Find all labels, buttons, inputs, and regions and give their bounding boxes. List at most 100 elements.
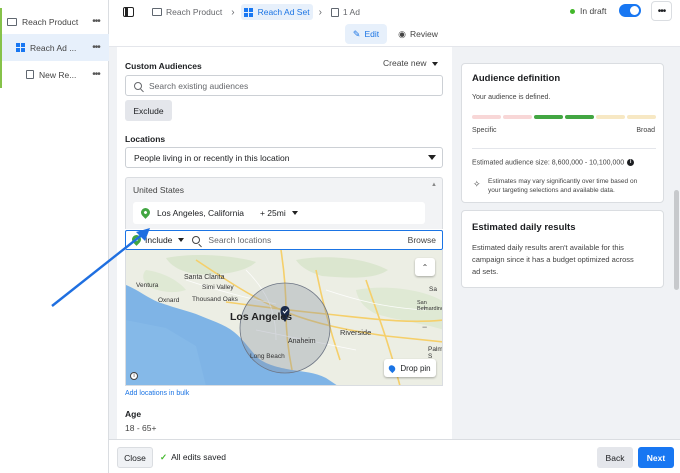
ad-set-grid-icon [16,43,25,52]
tree-item-label: Reach Product [22,16,79,27]
daily-results-text-line: campaign since it has a budget optimized… [472,255,634,264]
folder-icon [7,17,17,26]
country-label: United States [133,185,185,195]
drop-pin-button[interactable]: Drop pin [384,359,436,377]
meter-segment [472,115,501,119]
meter-right-label: Broad [636,127,655,134]
sidebar-panel-icon [122,7,134,17]
estimated-audience-size: Estimated audience size: 8,600,000 - 10,… [472,159,635,167]
add-locations-bulk-link[interactable]: Add locations in bulk [125,390,189,397]
map-label: Riverside [340,328,372,337]
chevron-up-icon: ⌃ [421,262,429,272]
close-button[interactable]: Close [117,447,153,468]
map-zoom-in-button[interactable]: + [422,303,427,313]
radius-value[interactable]: + 25mi [260,208,286,218]
next-button[interactable]: Next [638,447,674,468]
save-status: ✓ All edits saved [160,452,226,463]
breadcrumb-ad-set[interactable]: Reach Ad Set [240,4,313,20]
estimated-size-text: Estimated audience size: 8,600,000 - 10,… [472,159,625,167]
breadcrumb-label: Reach Product [166,7,223,17]
map-info-icon[interactable]: i [130,372,138,380]
status-label: In draft [580,6,607,16]
ad-document-icon [330,7,339,17]
audience-definition-title: Audience definition [472,73,561,84]
location-map[interactable]: Santa Clarita Los Angeles Oxnard Thousan… [125,250,443,386]
meter-segment [627,115,656,119]
sparkle-icon: ✧ [473,179,481,189]
tree-item-ad[interactable]: New Re... ••• [0,61,109,88]
include-dropdown[interactable]: Include [145,235,172,245]
location-search-input[interactable]: Search locations [208,235,407,245]
folder-icon [152,8,162,16]
map-label: Simi Valley [202,284,234,291]
map-label: Anaheim [288,338,316,345]
drop-pin-label: Drop pin [400,363,431,373]
more-options-icon[interactable]: ••• [87,16,105,27]
daily-results-card: Estimated daily results Estimated daily … [461,210,664,288]
location-name: Los Angeles, California [157,208,244,218]
location-type-value: People living in or recently in this loc… [134,152,290,163]
audience-defined-text: Your audience is defined. [472,94,551,101]
search-placeholder: Search existing audiences [149,80,249,91]
review-label: Review [409,29,438,39]
edit-mode-button[interactable]: ✎ Edit [345,24,387,44]
breadcrumb-ad[interactable]: 1 Ad [328,4,363,20]
daily-results-text-line: ad sets. [472,267,499,276]
tree-item-ad-set[interactable]: Reach Ad ... ••• [0,34,109,61]
meter-segment [565,115,594,119]
breadcrumb-label: 1 Ad [342,7,360,17]
search-icon [192,236,201,244]
pencil-icon: ✎ [352,28,361,39]
create-new-label: Create new [383,58,427,68]
ad-set-on-off-toggle[interactable] [619,4,641,17]
selected-locations-panel: United States ▲ Los Angeles, California … [125,177,443,229]
map-label: San Bernardino [417,300,443,312]
back-button[interactable]: Back [597,447,633,468]
more-options-icon[interactable]: ••• [87,69,105,80]
search-icon [134,81,142,90]
exclude-button[interactable]: Exclude [125,100,172,121]
audience-definition-card: Audience definition Your audience is def… [461,63,664,203]
map-label: Ventura [136,282,159,289]
audience-form: Custom Audiences Create new Search exist… [117,47,452,440]
location-pin-icon [130,232,143,246]
status-dot-icon [570,8,575,14]
ad-document-icon [26,70,34,79]
map-collapse-button[interactable]: ⌃ [415,258,435,276]
tree-item-label: New Re... [39,69,77,80]
custom-audience-search-input[interactable]: Search existing audiences [125,75,443,96]
custom-audiences-heading: Custom Audiences [125,61,202,71]
location-search-bar: Include Search locations Browse [125,230,443,250]
map-label: Oxnard [158,297,180,304]
location-item[interactable]: Los Angeles, California + 25mi [133,202,425,224]
estimate-disclaimer-line: your targeting selections and available … [488,187,615,194]
locations-heading: Locations [125,134,166,144]
more-options-icon[interactable]: ••• [87,42,105,53]
caret-down-icon [428,155,436,160]
create-new-dropdown[interactable]: Create new [383,58,439,68]
map-label: Sa [429,286,437,293]
more-actions-button[interactable]: ••• [651,1,672,21]
more-options-icon: ••• [657,5,666,17]
tree-item-campaign[interactable]: Reach Product ••• [0,8,109,35]
breadcrumb: Reach Product › Reach Ad Set › 1 Ad [149,4,363,20]
caret-down-icon[interactable] [178,238,185,242]
chevron-right-icon: › [231,6,235,18]
review-mode-button[interactable]: ◉ Review [396,24,440,44]
info-icon[interactable]: i [627,159,635,166]
location-pin-icon [139,205,152,219]
age-value[interactable]: 18 - 65+ [125,423,156,433]
scroll-up-icon[interactable]: ▲ [431,182,437,188]
caret-down-icon[interactable] [291,211,298,215]
audience-breadth-meter [472,115,656,119]
map-zoom-out-button[interactable]: − [422,322,427,332]
daily-results-title: Estimated daily results [472,222,576,233]
browse-button[interactable]: Browse [408,235,436,245]
breadcrumb-campaign[interactable]: Reach Product [149,4,225,20]
location-type-select[interactable]: People living in or recently in this loc… [125,147,443,168]
daily-results-text-line: Estimated daily results aren't available… [472,243,624,252]
sidebar-toggle-button[interactable] [118,3,138,21]
page-scrollbar[interactable] [674,190,679,290]
ad-set-grid-icon [243,7,253,17]
edit-label: Edit [364,29,380,39]
